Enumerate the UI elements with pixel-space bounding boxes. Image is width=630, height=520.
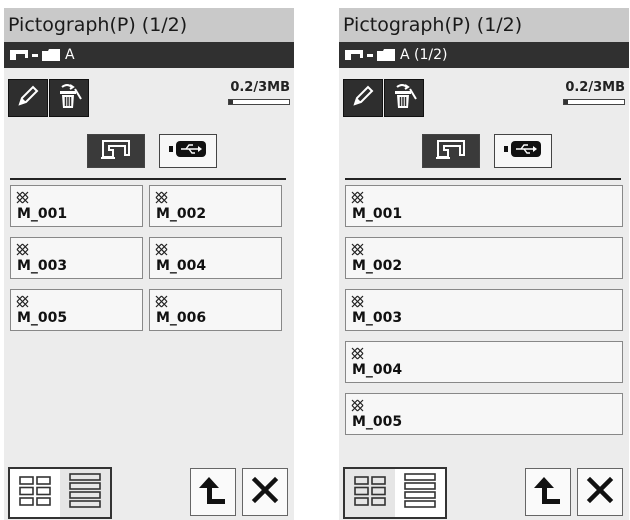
cross-stitch-icon: [351, 397, 364, 412]
machine-memory-button[interactable]: [87, 134, 145, 168]
file-item[interactable]: M_003: [345, 289, 623, 331]
file-item[interactable]: M_005: [10, 289, 143, 331]
delete-button[interactable]: [49, 79, 89, 117]
list-view-icon: [403, 472, 437, 514]
bottom-bar: [4, 464, 294, 520]
file-item[interactable]: M_002: [149, 185, 282, 227]
close-button[interactable]: [242, 468, 288, 516]
usb-icon: [168, 140, 208, 162]
folder-path-label: A: [65, 47, 75, 63]
file-name: M_001: [352, 206, 403, 222]
toolbar: 0.2/3MB: [339, 68, 629, 128]
list-view-icon: [68, 472, 102, 514]
cross-stitch-icon: [155, 241, 168, 256]
file-name: M_006: [156, 310, 207, 326]
divider: [10, 178, 286, 180]
source-selector: [339, 131, 629, 177]
cross-stitch-icon: [351, 293, 364, 308]
edit-button[interactable]: [343, 79, 383, 117]
file-name: M_005: [352, 414, 403, 430]
file-item[interactable]: M_004: [149, 237, 282, 279]
cross-stitch-icon: [351, 345, 364, 360]
file-item[interactable]: M_001: [10, 185, 143, 227]
file-item[interactable]: M_006: [149, 289, 282, 331]
back-button[interactable]: [525, 468, 571, 516]
folder-path-label: A (1/2): [400, 47, 448, 63]
close-button[interactable]: [577, 468, 623, 516]
page-title: Pictograph(P) (1/2): [339, 8, 629, 42]
file-name: M_001: [17, 206, 68, 222]
list-view-button[interactable]: [60, 469, 110, 517]
grid-view-icon: [18, 474, 52, 512]
delete-button[interactable]: [384, 79, 424, 117]
memory-usage-bar: [228, 99, 290, 105]
path-separator: [32, 53, 38, 57]
file-item[interactable]: M_003: [10, 237, 143, 279]
back-button[interactable]: [190, 468, 236, 516]
grid-view-icon: [353, 474, 387, 512]
file-name: M_002: [352, 258, 403, 274]
file-name: M_005: [17, 310, 68, 326]
sewing-machine-icon: [344, 49, 364, 61]
back-arrow-icon: [532, 473, 564, 511]
file-name: M_002: [156, 206, 207, 222]
memory-usage-fill: [229, 100, 234, 104]
memory-usage-fill: [564, 100, 569, 104]
grid-view-button[interactable]: [10, 469, 60, 517]
cross-stitch-icon: [16, 293, 29, 308]
memory-usage-text: 0.2/3MB: [565, 80, 625, 95]
memory-usage-bar: [563, 99, 625, 105]
sewing-machine-icon: [99, 138, 133, 164]
page-title: Pictograph(P) (1/2): [4, 8, 294, 42]
memory-usage-text: 0.2/3MB: [230, 80, 290, 95]
file-name: M_003: [17, 258, 68, 274]
close-icon: [251, 476, 279, 508]
file-item[interactable]: M_002: [345, 237, 623, 279]
machine-memory-button[interactable]: [422, 134, 480, 168]
divider: [345, 178, 621, 180]
file-item[interactable]: M_001: [345, 185, 623, 227]
file-browser-panel-list: Pictograph(P) (1/2) A (1/2) 0.2/3MB M_001 M_…: [339, 8, 629, 520]
source-selector: [4, 131, 294, 177]
cross-stitch-icon: [155, 293, 168, 308]
toolbar: 0.2/3MB: [4, 68, 294, 128]
file-name: M_004: [352, 362, 403, 378]
path-separator: [367, 53, 373, 57]
sewing-machine-icon: [434, 138, 468, 164]
trash-icon: [54, 81, 84, 115]
file-item[interactable]: M_004: [345, 341, 623, 383]
grid-view-button[interactable]: [345, 469, 395, 517]
file-browser-panel-grid: Pictograph(P) (1/2) A 0.2/3MB M_001 M_002 M_0…: [4, 8, 294, 520]
usb-button[interactable]: [494, 134, 552, 168]
cross-stitch-icon: [155, 189, 168, 204]
pencil-icon: [350, 83, 376, 113]
folder-path-bar: A: [4, 42, 294, 68]
file-item[interactable]: M_005: [345, 393, 623, 435]
cross-stitch-icon: [16, 189, 29, 204]
edit-button[interactable]: [8, 79, 48, 117]
back-arrow-icon: [197, 473, 229, 511]
list-view-button[interactable]: [395, 469, 445, 517]
file-name: M_003: [352, 310, 403, 326]
cross-stitch-icon: [351, 241, 364, 256]
cross-stitch-icon: [16, 241, 29, 256]
sewing-machine-icon: [9, 49, 29, 61]
bottom-bar: [339, 464, 629, 520]
folder-icon: [376, 48, 396, 62]
view-toggle: [8, 467, 112, 519]
usb-button[interactable]: [159, 134, 217, 168]
close-icon: [586, 476, 614, 508]
pencil-icon: [15, 83, 41, 113]
file-name: M_004: [156, 258, 207, 274]
folder-path-bar: A (1/2): [339, 42, 629, 68]
view-toggle: [343, 467, 447, 519]
usb-icon: [503, 140, 543, 162]
trash-icon: [389, 81, 419, 115]
cross-stitch-icon: [351, 189, 364, 204]
folder-icon: [41, 48, 61, 62]
